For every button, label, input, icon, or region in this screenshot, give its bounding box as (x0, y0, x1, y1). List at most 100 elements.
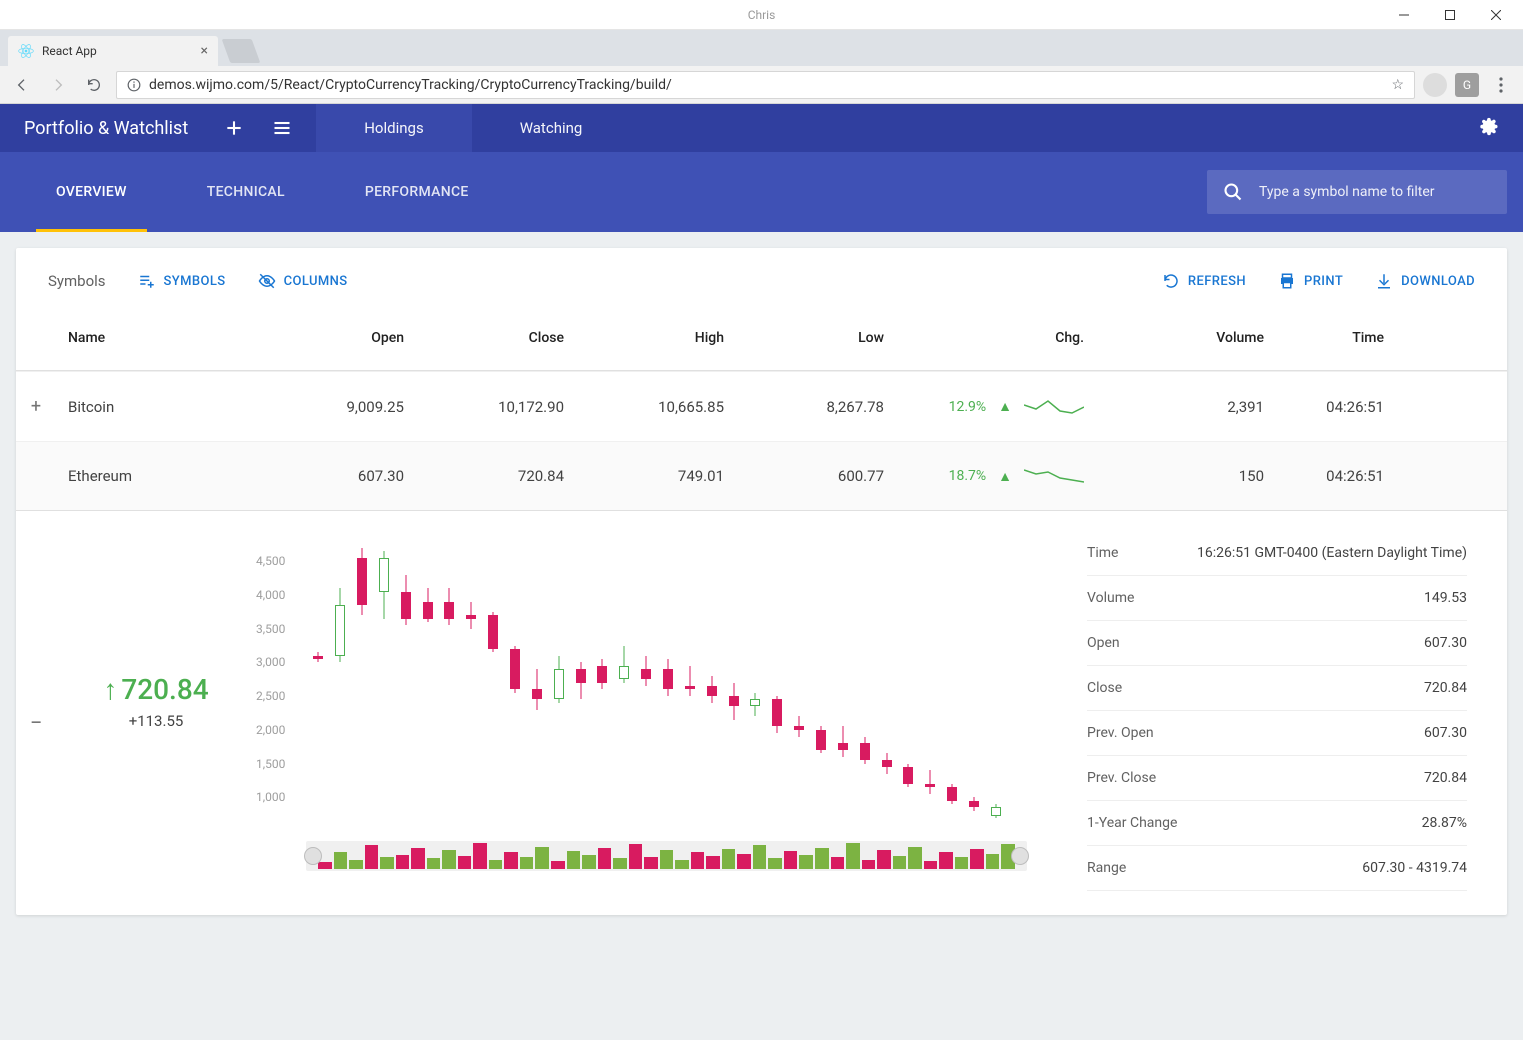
site-info-icon[interactable] (127, 78, 141, 92)
col-open[interactable]: Open (268, 330, 428, 346)
up-triangle-icon: ▲ (998, 398, 1012, 415)
info-row: Prev. Open607.30 (1087, 711, 1467, 756)
info-row: Open607.30 (1087, 621, 1467, 666)
col-time[interactable]: Time (1288, 330, 1408, 346)
range-selector[interactable] (306, 841, 1027, 871)
info-row: Prev. Close720.84 (1087, 756, 1467, 801)
url-text: demos.wijmo.com/5/React/CryptoCurrencyTr… (149, 77, 672, 93)
forward-button[interactable] (44, 71, 72, 99)
cell-high: 749.01 (588, 467, 748, 485)
print-button[interactable]: PRINT (1278, 272, 1343, 290)
new-tab-button[interactable] (222, 39, 261, 63)
browser-toolbar: demos.wijmo.com/5/React/CryptoCurrencyTr… (0, 66, 1523, 104)
arrow-up-icon: ↑ (103, 673, 117, 706)
print-icon (1278, 272, 1296, 290)
tab-close-icon[interactable]: × (201, 43, 208, 59)
table-row[interactable]: Ethereum 607.30 720.84 749.01 600.77 18.… (16, 441, 1507, 510)
info-row: Volume149.53 (1087, 576, 1467, 621)
table-header: Name Open Close High Low Chg. Volume Tim… (16, 306, 1507, 371)
search-input[interactable] (1259, 184, 1491, 200)
sparkline-icon (1024, 397, 1084, 417)
price-summary: ↑ 720.84 +113.55 (56, 511, 256, 891)
cell-open: 607.30 (268, 467, 428, 485)
symbols-button[interactable]: SYMBOLS (138, 272, 226, 290)
cell-time: 04:26:51 (1288, 398, 1408, 416)
col-close[interactable]: Close (428, 330, 588, 346)
profile-icon[interactable]: G (1455, 73, 1479, 97)
columns-button[interactable]: COLUMNS (258, 272, 348, 290)
cell-high: 10,665.85 (588, 398, 748, 416)
playlist-add-icon (138, 272, 156, 290)
os-titlebar: Chris (0, 0, 1523, 30)
back-button[interactable] (8, 71, 36, 99)
app-header: Portfolio & Watchlist Holdings Watching (0, 104, 1523, 152)
col-low[interactable]: Low (748, 330, 908, 346)
window-minimize-button[interactable] (1381, 0, 1427, 30)
download-button[interactable]: DOWNLOAD (1375, 272, 1475, 290)
react-favicon-icon (18, 43, 34, 59)
row-detail: − ↑ 720.84 +113.55 1,0001,5 (16, 510, 1507, 915)
window-maximize-button[interactable] (1427, 0, 1473, 30)
range-handle-left[interactable] (304, 847, 322, 865)
expand-row-button[interactable]: + (28, 396, 68, 417)
grid-toolbar: Symbols SYMBOLS COLUMNS REFRESH PRINT (16, 248, 1507, 306)
cell-time: 04:26:51 (1288, 467, 1408, 485)
search-box[interactable] (1207, 170, 1507, 214)
detail-info-table: Time16:26:51 GMT-0400 (Eastern Daylight … (1047, 511, 1507, 891)
tab-performance[interactable]: PERFORMANCE (325, 152, 509, 232)
col-high[interactable]: High (588, 330, 748, 346)
content-area: Symbols SYMBOLS COLUMNS REFRESH PRINT (0, 232, 1523, 1040)
cell-open: 9,009.25 (268, 398, 428, 416)
cell-close: 10,172.90 (428, 398, 588, 416)
browser-tab[interactable]: React App × (8, 36, 218, 66)
refresh-icon (1162, 272, 1180, 290)
extension-icon[interactable] (1423, 73, 1447, 97)
cell-name: Bitcoin (68, 398, 268, 416)
info-row: 1-Year Change28.87% (1087, 801, 1467, 846)
visibility-off-icon (258, 272, 276, 290)
app-subheader: OVERVIEW TECHNICAL PERFORMANCE (0, 152, 1523, 232)
tab-technical[interactable]: TECHNICAL (167, 152, 325, 232)
col-name[interactable]: Name (68, 330, 268, 346)
tab-overview[interactable]: OVERVIEW (16, 152, 167, 232)
col-chg[interactable]: Chg. (908, 330, 1108, 346)
col-volume[interactable]: Volume (1108, 330, 1288, 346)
collapse-row-button[interactable]: − (16, 511, 56, 891)
app-title: Portfolio & Watchlist (0, 118, 212, 139)
reload-button[interactable] (80, 71, 108, 99)
download-icon (1375, 272, 1393, 290)
cell-chg: 18.7% ▲ (908, 466, 1108, 486)
search-icon (1223, 182, 1243, 202)
price-value: 720.84 (121, 673, 208, 706)
cell-volume: 150 (1108, 467, 1288, 485)
table-row[interactable]: + Bitcoin 9,009.25 10,172.90 10,665.85 8… (16, 371, 1507, 441)
info-row: Range607.30 - 4319.74 (1087, 846, 1467, 891)
candlestick-chart[interactable]: 1,0001,5002,0002,5003,0003,5004,0004,500 (256, 511, 1047, 891)
up-triangle-icon: ▲ (998, 468, 1012, 485)
symbols-label: Symbols (48, 272, 106, 290)
menu-button[interactable] (272, 118, 292, 138)
window-close-button[interactable] (1473, 0, 1519, 30)
cell-low: 600.77 (748, 467, 908, 485)
range-handle-right[interactable] (1011, 847, 1029, 865)
tab-watching[interactable]: Watching (472, 104, 631, 152)
browser-tab-title: React App (42, 44, 97, 58)
add-portfolio-button[interactable] (224, 118, 244, 138)
browser-tabstrip: React App × (0, 30, 1523, 66)
cell-low: 8,267.78 (748, 398, 908, 416)
holdings-card: Symbols SYMBOLS COLUMNS REFRESH PRINT (16, 248, 1507, 915)
bookmark-star-icon[interactable]: ☆ (1391, 77, 1404, 93)
price-delta: +113.55 (129, 712, 184, 730)
cell-chg: 12.9% ▲ (908, 397, 1108, 417)
cell-volume: 2,391 (1108, 398, 1288, 416)
chrome-menu-button[interactable] (1487, 71, 1515, 99)
address-bar[interactable]: demos.wijmo.com/5/React/CryptoCurrencyTr… (116, 71, 1415, 99)
portfolio-tabs: Holdings Watching (316, 104, 630, 152)
tab-holdings[interactable]: Holdings (316, 104, 471, 152)
refresh-button[interactable]: REFRESH (1162, 272, 1246, 290)
info-row: Time16:26:51 GMT-0400 (Eastern Daylight … (1087, 531, 1467, 576)
info-row: Close720.84 (1087, 666, 1467, 711)
cell-name: Ethereum (68, 467, 268, 485)
settings-gear-icon[interactable] (1453, 117, 1523, 139)
view-tabs: OVERVIEW TECHNICAL PERFORMANCE (16, 152, 509, 232)
